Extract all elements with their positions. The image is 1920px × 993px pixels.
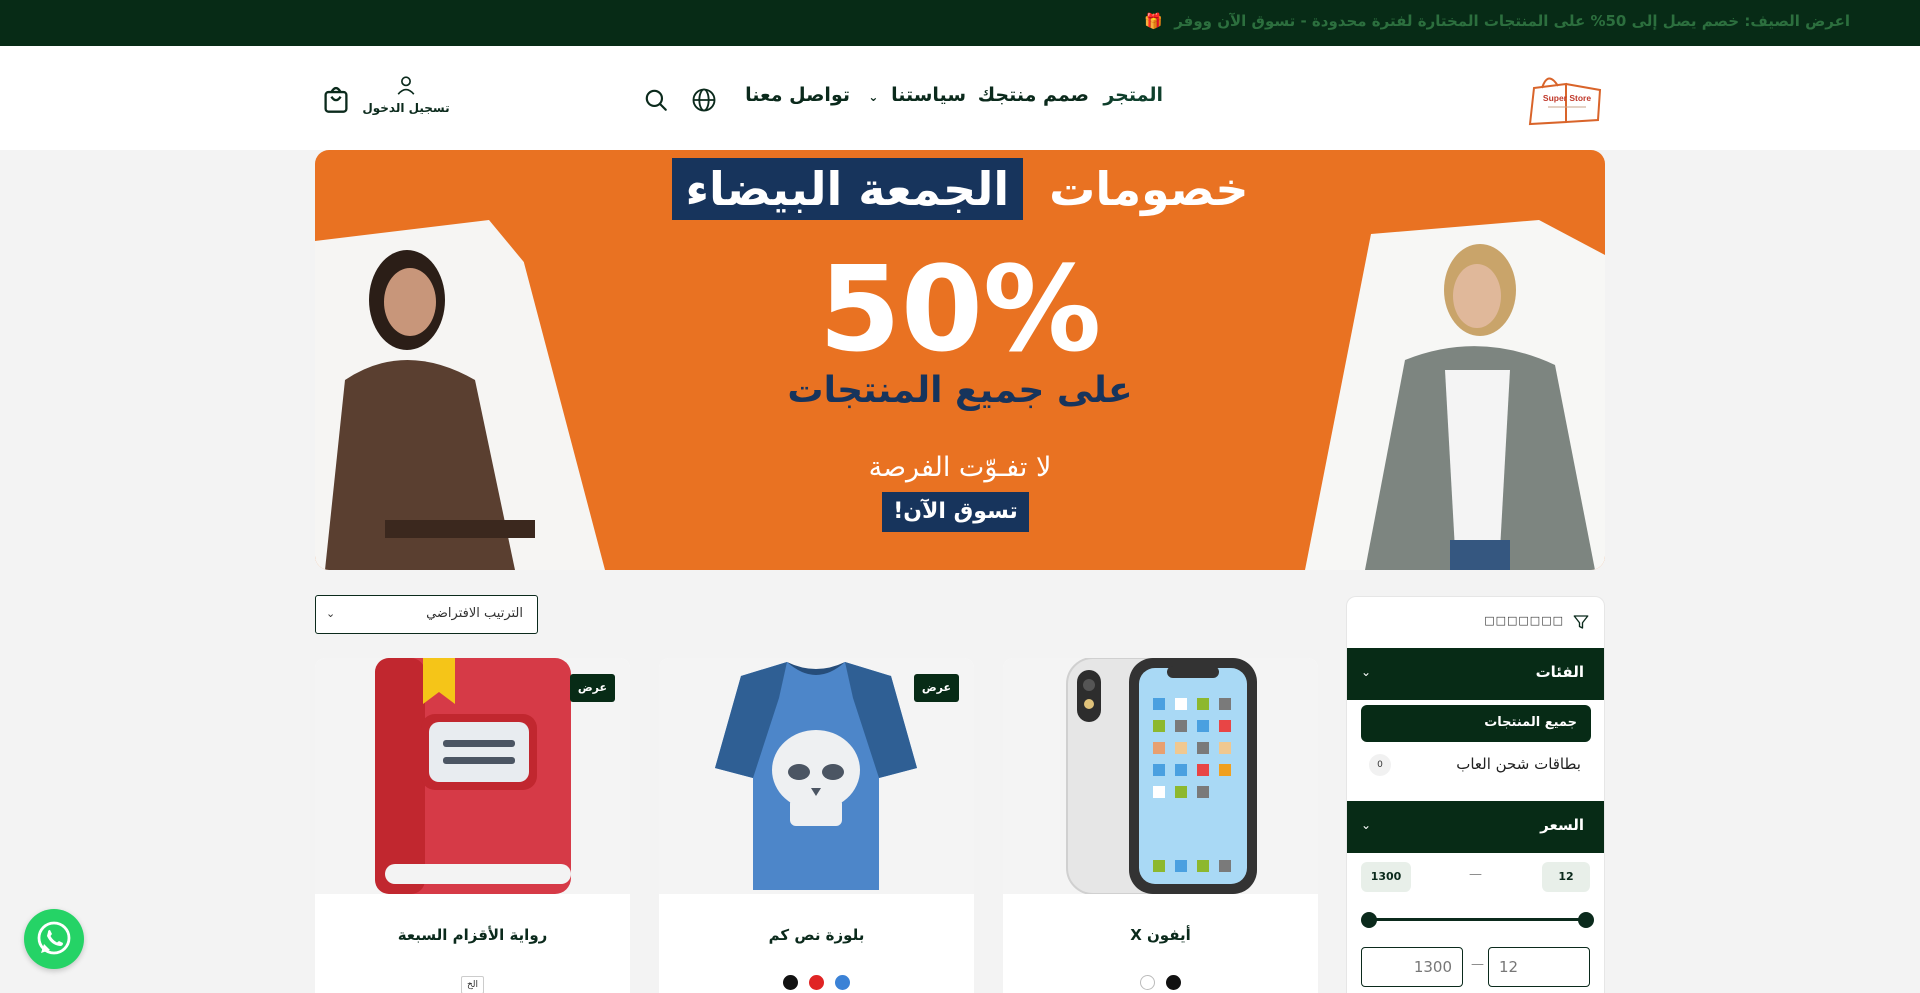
user-icon: [397, 76, 415, 95]
banner-percent: 50%: [818, 240, 1102, 378]
promo-banner[interactable]: خصومات الجمعة البيضاء 50% على جميع المنت…: [315, 150, 1605, 570]
nav-store[interactable]: المتجر: [1103, 84, 1163, 106]
color-swatches: [1003, 972, 1318, 991]
color-swatches: [659, 972, 974, 991]
offer-badge: عرض: [569, 674, 615, 702]
chevron-down-icon: ⌄: [1361, 818, 1372, 832]
promo-text[interactable]: اعرض الصيف: خصم يصل إلى 50% على المنتجات…: [1144, 12, 1850, 30]
banner-title: خصومات الجمعة البيضاء: [315, 158, 1605, 220]
logo-text: Super Store: [1543, 93, 1591, 103]
chevron-down-icon: ⌄: [1361, 665, 1372, 679]
price-section-header[interactable]: السعر ⌄: [1347, 801, 1604, 853]
price-min-chip: 12: [1542, 862, 1590, 892]
product-card[interactable]: عرض رواية الأقزام السبعة الخ: [315, 658, 630, 993]
price-title: السعر: [1540, 816, 1584, 834]
price-range-dash: —: [1469, 867, 1482, 882]
product-name[interactable]: أيفون X: [1003, 926, 1318, 944]
product-name[interactable]: بلوزة نص كم: [659, 926, 974, 944]
promo-message: اعرض الصيف: خصم يصل إلى 50% على المنتجات…: [1174, 12, 1850, 30]
language-button[interactable]: [690, 86, 718, 114]
price-input-dash: —: [1471, 957, 1484, 972]
site-header: Super Store المتجر صمم منتجك سياستنا ⌄ ت…: [0, 46, 1920, 150]
product-card[interactable]: عرض بلوزة نص كم: [659, 658, 974, 993]
login-label: تسجيل الدخول: [362, 101, 450, 115]
price-slider-min-handle[interactable]: [1578, 912, 1594, 928]
color-swatch-red[interactable]: [809, 975, 824, 990]
color-swatch-black[interactable]: [1166, 975, 1182, 990]
promo-bar: اعرض الصيف: خصم يصل إلى 50% على المنتجات…: [0, 0, 1920, 46]
price-max-chip: 1300: [1361, 862, 1411, 892]
category-all-label: جميع المنتجات: [1484, 715, 1577, 730]
sort-select[interactable]: الترتيب الافتراضي ⌄: [315, 595, 538, 634]
gift-icon: 🎁: [1144, 12, 1163, 30]
banner-tagline: لا تفـوّت الفرصة: [868, 452, 1052, 483]
categories-section-header[interactable]: الفئات ⌄: [1347, 648, 1604, 700]
filter-title: □□□□□□□: [1484, 614, 1564, 627]
banner-shop-now-button[interactable]: تسوق الآن!: [882, 492, 1029, 532]
category-all-products[interactable]: جميع المنتجات: [1361, 705, 1591, 742]
category-item-label: بطاقات شحن العاب: [1456, 755, 1581, 773]
chevron-down-icon: ⌄: [326, 607, 336, 620]
shopping-bag-logo-icon: Super Store: [1528, 77, 1602, 126]
size-options: الخ: [315, 972, 630, 993]
filter-header: □□□□□□□: [1347, 597, 1604, 647]
banner-title-plain: خصومات: [1049, 162, 1249, 216]
nav-contact[interactable]: تواصل معنا: [745, 84, 850, 106]
shopping-bag-icon: [324, 86, 348, 113]
nav-design-product[interactable]: صمم منتجك: [978, 84, 1089, 106]
product-card[interactable]: أيفون X: [1003, 658, 1318, 993]
color-swatch-blue[interactable]: [835, 975, 851, 990]
banner-title-highlight: الجمعة البيضاء: [671, 158, 1024, 220]
categories-title: الفئات: [1535, 663, 1584, 681]
offer-badge: عرض: [913, 674, 959, 702]
banner-subtitle: على جميع المنتجات: [787, 370, 1133, 411]
price-slider-max-handle[interactable]: [1361, 912, 1377, 928]
search-icon: [645, 89, 667, 111]
chevron-down-icon: ⌄: [868, 90, 879, 104]
filter-icon: [1573, 615, 1589, 629]
price-min-input[interactable]: [1488, 947, 1590, 987]
color-swatch-black[interactable]: [782, 975, 798, 990]
product-name[interactable]: رواية الأقزام السبعة: [315, 926, 630, 944]
product-image-phone: [1003, 658, 1318, 894]
login-button[interactable]: تسجيل الدخول: [361, 74, 451, 120]
size-chip[interactable]: الخ: [460, 976, 485, 993]
color-swatch-white[interactable]: [1139, 975, 1155, 990]
filter-panel: □□□□□□□ الفئات ⌄ جميع المنتجات بطاقات شح…: [1346, 596, 1605, 993]
sort-selected-value: الترتيب الافتراضي: [426, 606, 523, 621]
price-max-input[interactable]: [1361, 947, 1463, 987]
whatsapp-button[interactable]: [24, 909, 84, 969]
price-slider-track[interactable]: [1369, 918, 1585, 921]
category-item-count: 0: [1369, 754, 1391, 776]
cart-button[interactable]: [322, 84, 350, 114]
category-item[interactable]: بطاقات شحن العاب 0: [1361, 750, 1591, 780]
whatsapp-icon: [37, 921, 71, 955]
nav-policies-label: سياستنا: [891, 84, 966, 106]
nav-policies[interactable]: سياستنا ⌄: [868, 84, 966, 106]
globe-icon: [692, 88, 716, 112]
store-logo[interactable]: Super Store: [1526, 68, 1604, 126]
search-button[interactable]: [643, 87, 669, 113]
